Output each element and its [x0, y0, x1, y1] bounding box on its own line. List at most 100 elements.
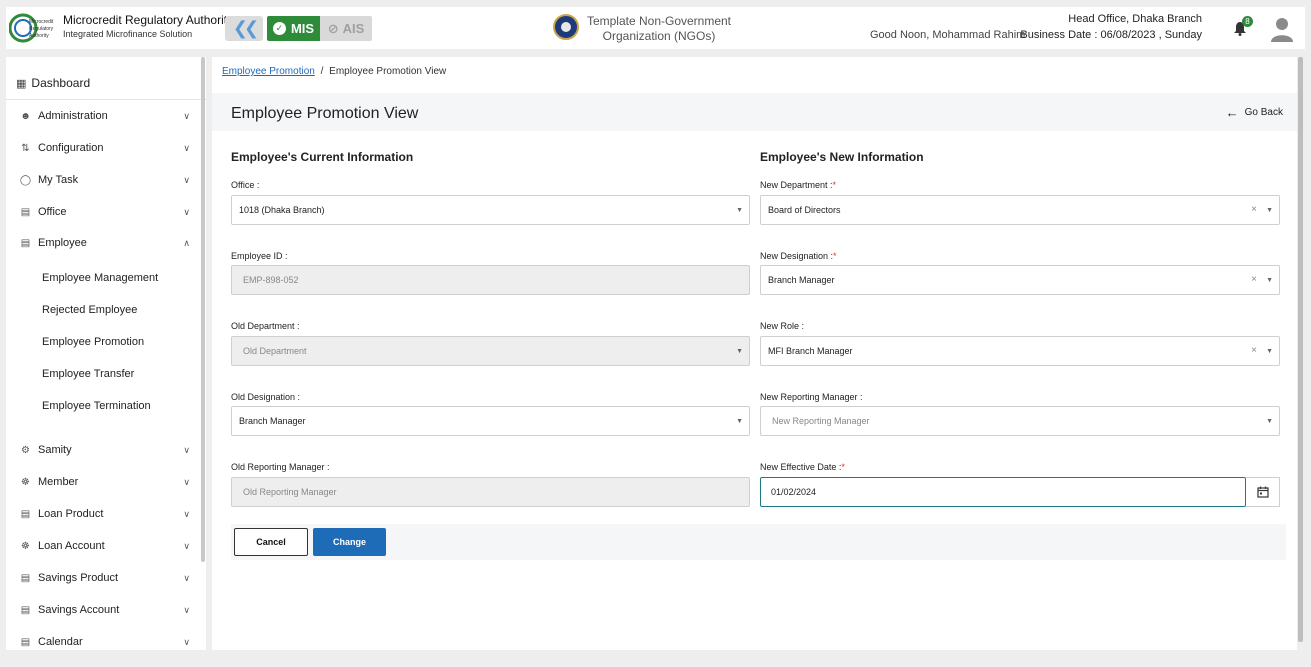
- sidebar-subitem-employee-transfer[interactable]: Employee Transfer: [42, 368, 134, 380]
- member-icon: ☸: [21, 476, 30, 488]
- sidebar-item-samity[interactable]: ⚙ Samity ∨: [20, 440, 190, 460]
- sidebar-scrollbar[interactable]: [201, 57, 205, 562]
- employee-id-label: Employee ID :: [231, 251, 288, 261]
- office-label: Office :: [231, 180, 260, 190]
- action-bar: Cancel Change: [231, 524, 1286, 560]
- org-name: Microcredit Regulatory Authority: [63, 13, 234, 27]
- sidebar-item-label: Employee: [38, 237, 87, 249]
- employee-id-field: EMP-898-052: [231, 265, 750, 295]
- config-icon: ⇅: [21, 142, 30, 154]
- old-department-select: Old Department ▼: [231, 336, 750, 366]
- chevron-down-icon: ∨: [183, 572, 190, 583]
- user-avatar-icon[interactable]: [1270, 16, 1294, 42]
- caret-down-icon: ▼: [1266, 207, 1273, 214]
- sidebar-item-label: Samity: [38, 444, 72, 456]
- sidebar-item-member[interactable]: ☸ Member ∨: [20, 472, 190, 492]
- double-chevron-left-icon: ❮❮: [232, 18, 259, 38]
- task-icon: ◯: [19, 174, 32, 186]
- caret-down-icon: ▼: [736, 418, 743, 425]
- sidebar-item-label: Calendar: [38, 636, 83, 648]
- calendar-icon: ▤: [20, 636, 31, 648]
- greeting-text: Good Noon, Mohammad Rahim: [870, 29, 1026, 41]
- employee-icon: ▤: [20, 237, 31, 249]
- sidebar-subitem-employee-promotion[interactable]: Employee Promotion: [42, 336, 144, 348]
- caret-down-icon: ▼: [736, 348, 743, 355]
- old-department-label: Old Department :: [231, 321, 300, 331]
- main-content: Employee Promotion / Employee Promotion …: [212, 57, 1297, 650]
- new-department-select[interactable]: Board of Directors × ▼: [760, 195, 1280, 225]
- sidebar-item-configuration[interactable]: ⇅ Configuration ∨: [20, 138, 190, 158]
- old-department-placeholder: Old Department: [243, 346, 307, 356]
- check-circle-icon: ✓: [272, 22, 286, 35]
- svg-text:Regulatory: Regulatory: [29, 26, 54, 32]
- loan-product-icon: ▤: [20, 508, 31, 520]
- business-date: Business Date : 06/08/2023 , Sunday: [1020, 29, 1202, 41]
- old-reporting-manager-field: Old Reporting Manager: [231, 477, 750, 507]
- new-role-label: New Role :: [760, 321, 805, 331]
- calendar-picker-button[interactable]: [1246, 477, 1280, 507]
- clear-icon[interactable]: ×: [1251, 274, 1257, 285]
- page-header: Employee Promotion View ← Go Back: [212, 93, 1297, 131]
- go-back-button[interactable]: ← Go Back: [1226, 105, 1283, 120]
- grid-icon: ▦: [16, 77, 27, 90]
- mis-label: MIS: [290, 21, 315, 36]
- clear-icon[interactable]: ×: [1251, 204, 1257, 215]
- disabled-circle-icon: ⊘: [327, 20, 339, 36]
- savings-account-icon: ▤: [20, 604, 31, 616]
- breadcrumb-separator: /: [320, 66, 324, 77]
- breadcrumb-link-employee-promotion[interactable]: Employee Promotion: [222, 66, 315, 77]
- new-effective-date-input[interactable]: 01/02/2024: [760, 477, 1246, 507]
- mra-logo: Microcredit Regulatory Authority: [9, 13, 54, 43]
- sidebar: ▦ Dashboard ☻ Administration ∨ ⇅ Configu…: [6, 57, 206, 650]
- new-reporting-manager-label: New Reporting Manager :: [760, 392, 863, 402]
- chevron-down-icon: ∨: [183, 540, 190, 551]
- sidebar-item-savings-account[interactable]: ▤ Savings Account ∨: [20, 600, 190, 620]
- sidebar-subitem-rejected-employee[interactable]: Rejected Employee: [42, 304, 137, 316]
- new-designation-select[interactable]: Branch Manager × ▼: [760, 265, 1280, 295]
- chevron-down-icon: ∨: [183, 142, 190, 153]
- office-select[interactable]: 1018 (Dhaka Branch) ▼: [231, 195, 750, 225]
- new-reporting-manager-select[interactable]: New Reporting Manager ▼: [760, 406, 1280, 436]
- cancel-button[interactable]: Cancel: [234, 528, 308, 556]
- top-bar: Microcredit Regulatory Authority Microcr…: [6, 7, 1305, 49]
- sidebar-item-dashboard[interactable]: ▦ Dashboard: [16, 76, 90, 90]
- new-effective-date-value: 01/02/2024: [771, 487, 817, 497]
- new-role-value: MFI Branch Manager: [768, 346, 853, 356]
- office-value: 1018 (Dhaka Branch): [239, 205, 325, 215]
- org-subtitle: Integrated Microfinance Solution: [63, 29, 193, 39]
- caret-down-icon: ▼: [1266, 418, 1273, 425]
- office-icon: ▤: [20, 206, 31, 218]
- sidebar-item-employee[interactable]: ▤ Employee ∧: [20, 233, 190, 253]
- old-reporting-manager-placeholder: Old Reporting Manager: [243, 487, 337, 497]
- sidebar-subitem-employee-termination[interactable]: Employee Termination: [42, 400, 151, 412]
- breadcrumb-current: Employee Promotion View: [329, 66, 447, 77]
- ais-toggle-button[interactable]: ⊘ AIS: [320, 16, 372, 41]
- sidebar-item-calendar[interactable]: ▤ Calendar ∨: [20, 632, 190, 650]
- ngo-emblem-icon: [553, 14, 579, 40]
- collapse-sidebar-button[interactable]: ❮❮: [225, 16, 263, 41]
- new-department-label: New Department :*: [760, 180, 837, 190]
- old-reporting-manager-label: Old Reporting Manager :: [231, 462, 330, 472]
- old-designation-value: Branch Manager: [239, 416, 306, 426]
- sidebar-subitem-employee-management[interactable]: Employee Management: [42, 272, 158, 284]
- main-scrollbar[interactable]: [1298, 57, 1303, 642]
- chevron-down-icon: ∨: [183, 604, 190, 615]
- mis-toggle-button[interactable]: ✓ MIS: [267, 16, 320, 41]
- sidebar-item-my-task[interactable]: ◯ My Task ∨: [20, 170, 190, 190]
- new-info-title: Employee's New Information: [760, 150, 924, 164]
- sidebar-item-loan-product[interactable]: ▤ Loan Product ∨: [20, 504, 190, 524]
- ais-label: AIS: [342, 21, 365, 36]
- ngo-name: Template Non-Government Organization (NG…: [586, 14, 732, 43]
- new-designation-label: New Designation :*: [760, 251, 837, 261]
- sidebar-item-administration[interactable]: ☻ Administration ∨: [20, 106, 190, 126]
- arrow-left-icon: ←: [1225, 105, 1239, 120]
- sidebar-item-loan-account[interactable]: ☸ Loan Account ∨: [20, 536, 190, 556]
- old-designation-select[interactable]: Branch Manager ▼: [231, 406, 750, 436]
- svg-text:Authority: Authority: [29, 33, 49, 39]
- chevron-down-icon: ∨: [183, 174, 190, 185]
- clear-icon[interactable]: ×: [1251, 345, 1257, 356]
- sidebar-item-savings-product[interactable]: ▤ Savings Product ∨: [20, 568, 190, 588]
- new-role-select[interactable]: MFI Branch Manager × ▼: [760, 336, 1280, 366]
- change-button[interactable]: Change: [313, 528, 386, 556]
- sidebar-item-office[interactable]: ▤ Office ∨: [20, 202, 190, 222]
